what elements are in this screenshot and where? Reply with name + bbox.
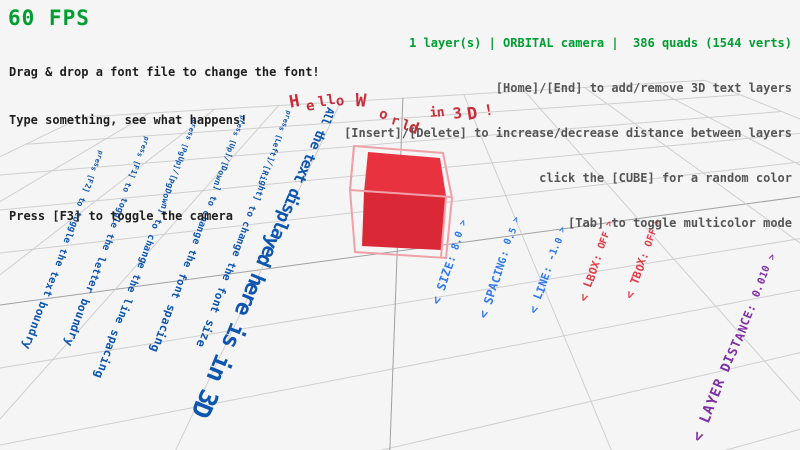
fps-counter: 60 FPS <box>8 6 90 30</box>
help-right-line4: [Tab] to toggle multicolor mode <box>344 216 792 231</box>
help-left: Drag & drop a font file to change the fo… <box>9 32 320 256</box>
help-left-gap <box>9 160 320 176</box>
grid-line <box>0 339 800 450</box>
grid-line <box>0 235 800 450</box>
status-bar: 1 layer(s) | ORBITAL camera | 386 quads … <box>344 36 792 51</box>
help-right: 1 layer(s) | ORBITAL camera | 386 quads … <box>344 6 792 261</box>
grid-line <box>0 267 800 450</box>
help-left-line1: Drag & drop a font file to change the fo… <box>9 64 320 80</box>
help-left-line2: Type something, see what happens! <box>9 112 320 128</box>
help-right-line3: click the [CUBE] for a random color <box>344 171 792 186</box>
demo-scene[interactable]: Allthetextdisplayedhereisin3Dpress[Left]… <box>0 0 800 450</box>
help-left-line3: Press [F3] to toggle the camera <box>9 208 320 224</box>
help-right-line2: [Insert]/[Delete] to increase/decrease d… <box>344 126 792 141</box>
help-right-line1: [Home]/[End] to add/remove 3D text layer… <box>344 81 792 96</box>
